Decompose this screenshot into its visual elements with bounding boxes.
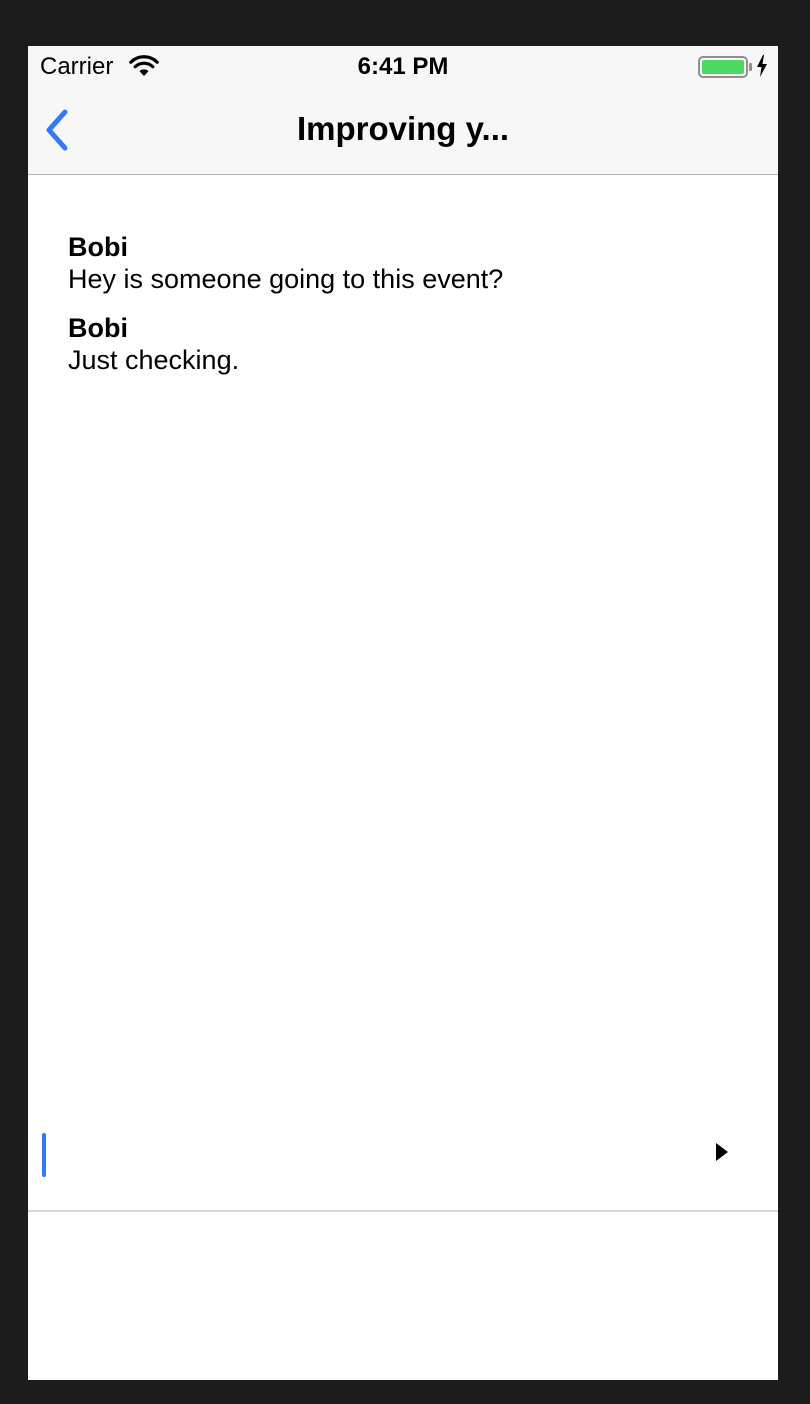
status-time: 6:41 PM [357, 53, 449, 80]
message-item: Bobi Hey is someone going to this event? [68, 232, 748, 296]
charging-bolt-icon [757, 55, 767, 77]
message-sender: Bobi [68, 232, 128, 262]
battery-icon [698, 56, 752, 78]
message-sender: Bobi [68, 313, 128, 343]
app-screen: Carrier 6:41 PM Improving y... Bobi Hey … [28, 46, 778, 1380]
page-title: Improving y... [296, 110, 510, 147]
message-item: Bobi Just checking. [68, 313, 748, 377]
message-text: Hey is someone going to this event? [68, 264, 504, 294]
message-text: Just checking. [68, 345, 240, 375]
message-composer [28, 1110, 778, 1212]
text-cursor [42, 1133, 46, 1177]
status-bar: Carrier 6:41 PM [28, 46, 778, 86]
message-list: Bobi Hey is someone going to this event?… [68, 232, 748, 394]
navigation-bar: Improving y... [28, 86, 778, 175]
send-triangle-icon[interactable] [712, 1140, 732, 1164]
message-input[interactable] [52, 1130, 696, 1182]
